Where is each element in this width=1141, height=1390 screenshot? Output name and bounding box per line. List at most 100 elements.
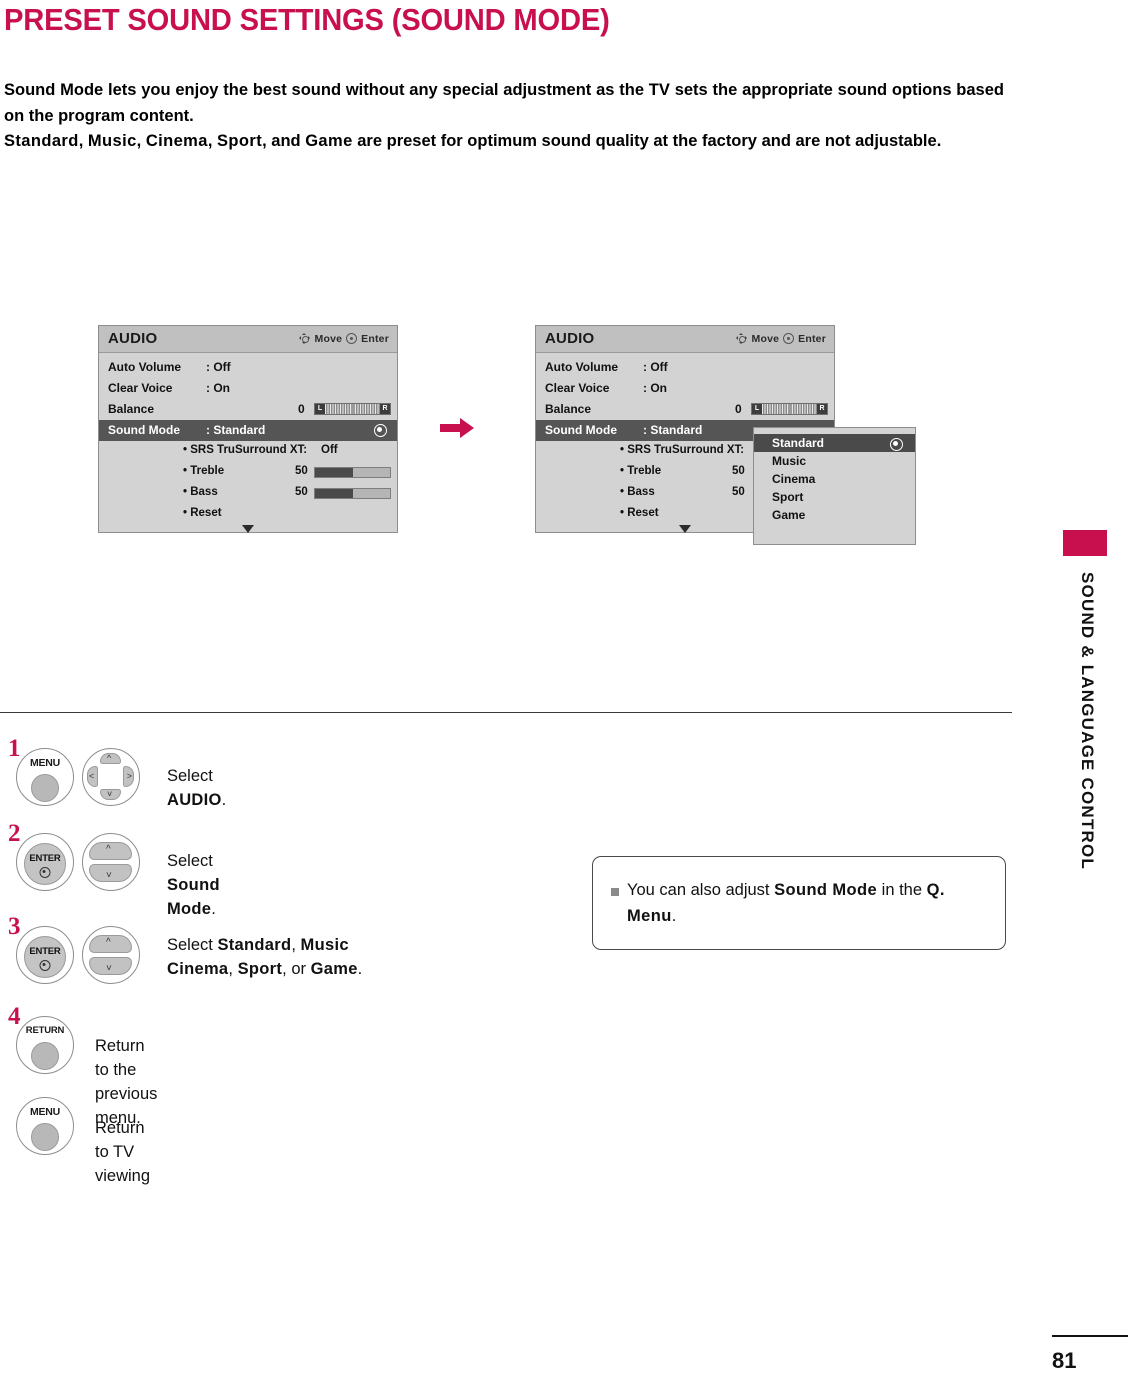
- step-1-text-prefix: Select: [167, 767, 213, 785]
- menu-button-knob-step5: [31, 1123, 59, 1151]
- enter-button-step3[interactable]: ENTER: [16, 926, 74, 984]
- step-2-number: 2: [8, 820, 21, 847]
- intro-paragraph-1: Sound Mode lets you enjoy the best sound…: [4, 81, 1004, 125]
- flow-arrow-icon: [440, 418, 474, 438]
- menu-row-balance[interactable]: Balance 0 L R: [99, 399, 397, 420]
- menu-row-auto-volume[interactable]: Auto Volume : Off: [99, 357, 397, 378]
- dropdown-item-standard[interactable]: Standard: [754, 434, 915, 452]
- sound-mode-dropdown: Standard Music Cinema Sport Game: [753, 427, 916, 545]
- balance-value-2: 0: [735, 402, 742, 416]
- mode-standard-text: Standard: [4, 132, 79, 150]
- updown-down-arrow-icon-step3: ˅: [106, 963, 112, 974]
- menu-subrow-srs[interactable]: • SRS TruSurround XT: Off: [99, 441, 397, 462]
- enter-hint-label-2: Enter: [798, 332, 826, 345]
- step-3-or: , or: [282, 960, 311, 978]
- bass-slider[interactable]: [314, 488, 391, 499]
- enter-button-label-step3: ENTER: [29, 946, 61, 957]
- balance-slider-2[interactable]: L R: [751, 403, 828, 415]
- balance-right-cap: R: [380, 404, 390, 414]
- srs-label-2: • SRS TruSurround XT:: [620, 444, 745, 456]
- dropdown-item-cinema-label: Cinema: [772, 472, 816, 486]
- note-text: You can also adjust Sound Mode in the Q.…: [627, 877, 991, 929]
- sep-2: ,: [136, 132, 146, 150]
- menu-row-clear-voice-2[interactable]: Clear Voice : On: [536, 378, 834, 399]
- navpad-down-arrow-icon: ˅: [107, 789, 113, 799]
- sound-mode-value: : Standard: [206, 423, 266, 437]
- sep-and: , and: [262, 132, 306, 150]
- menu-row-balance-2[interactable]: Balance 0 L R: [536, 399, 834, 420]
- dropdown-item-music[interactable]: Music: [754, 452, 915, 470]
- sidebar-chapter-label: SOUND & LANGUAGE CONTROL: [1078, 572, 1097, 870]
- clear-voice-value-2: : On: [643, 381, 667, 395]
- audio-menu-body: Auto Volume : Off Clear Voice : On Balan…: [99, 353, 397, 533]
- menu-button-label-step1: MENU: [29, 757, 61, 769]
- dropdown-item-standard-label: Standard: [772, 436, 825, 450]
- dropdown-item-sport-label: Sport: [772, 490, 804, 504]
- srs-label: • SRS TruSurround XT:: [183, 444, 308, 456]
- menu-button-label-step5: MENU: [29, 1106, 61, 1118]
- step-3-text: Select Standard, Music Cinema, Sport, or …: [167, 933, 497, 981]
- treble-label: • Treble: [183, 465, 225, 477]
- mode-music-text: Music: [87, 132, 137, 150]
- menu-button-step1[interactable]: MENU: [16, 748, 74, 806]
- enter-button-knob-step2: [24, 843, 66, 885]
- balance-label-2: Balance: [545, 402, 592, 416]
- clear-voice-label-2: Clear Voice: [545, 381, 610, 395]
- balance-ticks-right: [354, 404, 380, 414]
- balance-slider[interactable]: L R: [314, 403, 391, 415]
- dropdown-item-game[interactable]: Game: [754, 506, 915, 524]
- step-3-number: 3: [8, 913, 21, 940]
- bass-label-2: • Bass: [620, 486, 655, 498]
- updown-pad-step2[interactable]: ^ ˅: [82, 833, 140, 891]
- step-3-bold-cinema: Cinema: [167, 960, 229, 978]
- menu-row-clear-voice[interactable]: Clear Voice : On: [99, 378, 397, 399]
- scroll-down-caret-icon-2[interactable]: [679, 525, 691, 533]
- audio-menu-header-2: AUDIO Move Enter: [536, 326, 834, 353]
- step-3-text-suffix: .: [357, 960, 363, 978]
- menu-row-auto-volume-2[interactable]: Auto Volume : Off: [536, 357, 834, 378]
- page-number-rule: [1052, 1335, 1128, 1337]
- audio-menu-header: AUDIO Move Enter: [99, 326, 397, 353]
- step-3-bold-standard: Standard: [217, 936, 292, 954]
- updown-pad-step3[interactable]: ^ ˅: [82, 926, 140, 984]
- reset-label-2: • Reset: [620, 507, 659, 519]
- enter-icon-2: [783, 333, 795, 344]
- note-bullet-icon: [611, 888, 619, 896]
- updown-up-arrow-icon-step2: ^: [106, 844, 111, 855]
- step-1-text-bold: AUDIO: [167, 791, 222, 809]
- navigation-pad-step1[interactable]: ^ ˅ ˂ ˃: [82, 748, 140, 806]
- sep-3: ,: [207, 132, 218, 150]
- menu-subrow-reset[interactable]: • Reset: [99, 504, 397, 525]
- auto-volume-value-2: : Off: [643, 360, 668, 374]
- menu-subrow-bass[interactable]: • Bass 50: [99, 483, 397, 504]
- menu-row-sound-mode[interactable]: Sound Mode : Standard: [99, 420, 397, 441]
- dropdown-item-cinema[interactable]: Cinema: [754, 470, 915, 488]
- audio-menu-hints-2: Move Enter: [735, 332, 826, 345]
- step-1-text-suffix: .: [221, 791, 227, 809]
- scroll-down-caret-icon[interactable]: [242, 525, 254, 533]
- enter-button-step2[interactable]: ENTER: [16, 833, 74, 891]
- bass-label: • Bass: [183, 486, 218, 498]
- page-number: 81: [1052, 1348, 1077, 1373]
- treble-slider[interactable]: [314, 467, 391, 478]
- step-3-sep-2: ,: [228, 960, 238, 978]
- balance-left-cap-2: L: [752, 404, 762, 414]
- move-dpad-icon: [298, 332, 311, 345]
- balance-ticks-left: [325, 404, 351, 414]
- move-hint-label-2: Move: [751, 332, 780, 345]
- dropdown-item-sport[interactable]: Sport: [754, 488, 915, 506]
- menu-button-step5[interactable]: MENU: [16, 1097, 74, 1155]
- step-5-text: Return to TV viewing: [95, 1119, 151, 1185]
- step-3-sep-1: ,: [291, 936, 301, 954]
- enter-button-dot-icon-step3: [39, 960, 51, 971]
- enter-button-label-step2: ENTER: [29, 853, 61, 864]
- dropdown-item-game-label: Game: [772, 508, 806, 522]
- audio-menu-title-2: AUDIO: [545, 330, 595, 347]
- menu-subrow-treble[interactable]: • Treble 50: [99, 462, 397, 483]
- return-button-step4[interactable]: RETURN: [16, 1016, 74, 1074]
- srs-value: Off: [321, 444, 338, 456]
- enter-icon: [346, 333, 358, 344]
- dropdown-selected-radio-icon: [890, 438, 903, 451]
- auto-volume-label-2: Auto Volume: [545, 360, 619, 374]
- step-2-text: Select Sound Mode.: [167, 849, 220, 921]
